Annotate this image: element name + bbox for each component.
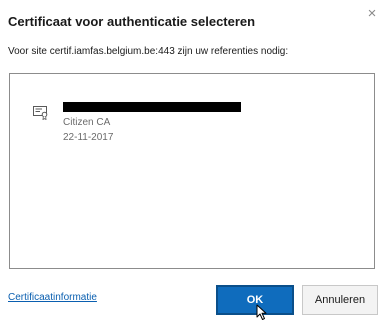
dialog-title: Certificaat voor authenticatie selectere… [8,14,256,29]
mouse-pointer-icon [256,304,267,320]
certificate-select-dialog: Certificaat voor authenticatie selectere… [0,0,385,321]
dialog-subtitle: Voor site certif.iamfas.belgium.be:443 z… [8,46,289,57]
close-icon[interactable]: × [364,6,380,22]
certificate-list-item[interactable]: [redacted] Citizen CA 22-11-2017 [29,90,259,152]
certificate-info-link[interactable]: Certificaatinformatie [8,292,97,303]
certificate-date: 22-11-2017 [63,132,114,143]
certificate-name-redacted: [redacted] [63,102,241,112]
certificate-list: [redacted] Citizen CA 22-11-2017 [9,73,375,269]
ok-button[interactable]: OK [216,285,294,315]
certificate-icon [33,106,48,120]
certificate-issuer: Citizen CA [63,117,111,128]
cancel-button[interactable]: Annuleren [302,285,378,315]
